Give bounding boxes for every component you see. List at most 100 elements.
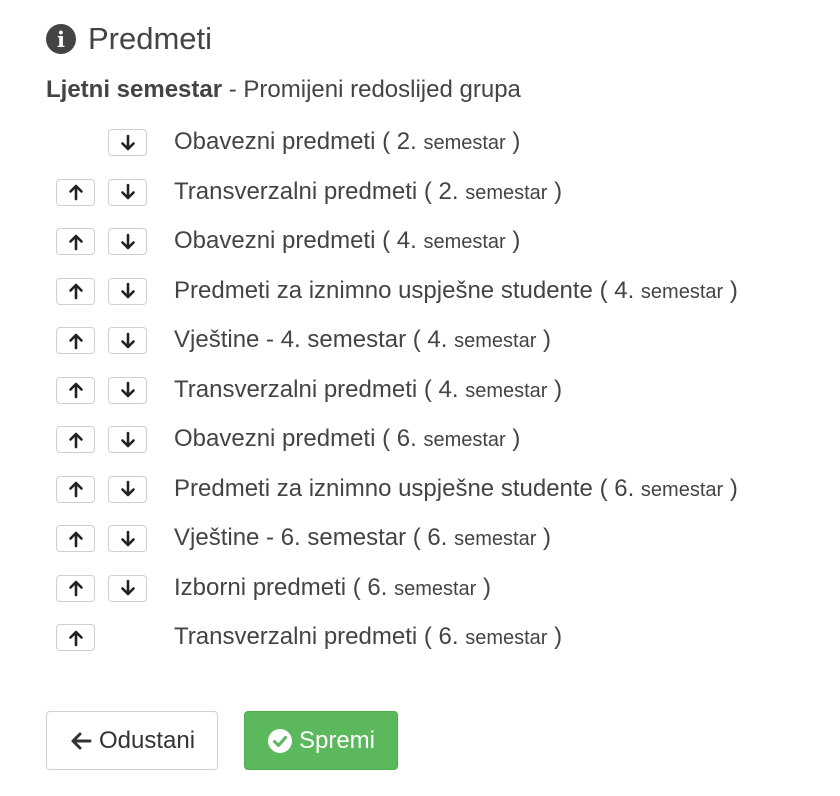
semester-number: 2.: [396, 128, 417, 155]
semester-word: semestar: [640, 280, 724, 303]
move-up-button[interactable]: [56, 277, 95, 305]
semester-number: 4.: [396, 227, 417, 254]
semester-name: Ljetni semestar: [46, 76, 223, 103]
move-up-button[interactable]: [56, 426, 95, 453]
group-row: Obavezni predmeti ( 4. semestar ): [0, 221, 840, 261]
move-up-button[interactable]: [56, 574, 95, 602]
move-down-button[interactable]: [108, 574, 147, 602]
arrow-down-icon: [119, 332, 137, 350]
save-button[interactable]: Spremi: [244, 711, 398, 770]
check-circle-icon: [267, 728, 293, 754]
group-row: Predmeti za iznimno uspješne studente ( …: [0, 271, 840, 311]
group-name: Izborni predmeti: [174, 573, 347, 601]
move-up-button[interactable]: [56, 228, 95, 255]
move-down-button[interactable]: [108, 525, 147, 552]
subtitle-action: - Promijeni redoslijed grupa: [222, 76, 521, 103]
arrow-up-icon: [67, 629, 85, 647]
semester-word: semestar: [465, 181, 548, 204]
arrow-up-icon: [67, 530, 85, 548]
group-name: Predmeti za iznimno uspješne studente: [174, 276, 593, 304]
arrow-down-icon: [119, 282, 137, 300]
semester-number: 4.: [427, 326, 448, 353]
move-down-button[interactable]: [108, 327, 147, 354]
group-row: Transverzalni predmeti ( 6. semestar ): [0, 617, 840, 657]
group-label: Obavezni predmeti ( 2. semestar ): [174, 128, 521, 155]
arrow-down-icon: [119, 530, 137, 548]
group-name: Obavezni predmeti: [174, 227, 376, 254]
move-down-button[interactable]: [108, 376, 147, 404]
group-row: Obavezni predmeti ( 6. semestar ): [0, 419, 840, 459]
arrow-up-icon: [67, 579, 85, 597]
group-label: Obavezni predmeti ( 6. semestar ): [174, 425, 521, 452]
arrow-left-icon: [69, 729, 93, 753]
move-up-button[interactable]: [56, 178, 95, 206]
page: i Predmeti Ljetni semestar - Promijeni r…: [0, 0, 840, 796]
semester-number: 6.: [396, 425, 417, 452]
group-label: Transverzalni predmeti ( 6. semestar ): [174, 623, 563, 650]
semester-word: semestar: [423, 231, 506, 253]
arrow-down-icon: [119, 431, 137, 449]
arrow-up-icon: [67, 431, 85, 449]
arrow-up-icon: [67, 183, 85, 201]
move-down-button[interactable]: [108, 426, 147, 453]
page-header: i Predmeti: [46, 18, 212, 60]
arrow-up-icon: [67, 282, 85, 300]
info-circle-icon: i: [46, 24, 76, 54]
move-down-button[interactable]: [108, 178, 147, 206]
semester-word: semestar: [423, 132, 506, 154]
group-name: Vještine - 4. semestar: [174, 326, 407, 353]
cancel-label: Odustani: [98, 726, 196, 754]
semester-number: 2.: [438, 177, 459, 205]
move-down-button[interactable]: [108, 277, 147, 305]
group-name: Transverzalni predmeti: [174, 623, 418, 650]
move-up-button[interactable]: [56, 624, 95, 651]
group-name: Predmeti za iznimno uspješne studente: [174, 474, 593, 502]
arrow-down-icon: [119, 183, 137, 201]
group-row: Izborni predmeti ( 6. semestar ): [0, 568, 840, 608]
semester-number: 6.: [614, 474, 635, 502]
arrow-down-icon: [119, 233, 137, 251]
group-name: Transverzalni predmeti: [174, 375, 418, 403]
group-row: Transverzalni predmeti ( 4. semestar ): [0, 370, 840, 410]
semester-number: 4.: [614, 276, 635, 304]
group-name: Transverzalni predmeti: [174, 177, 418, 205]
semester-word: semestar: [454, 330, 537, 352]
group-label: Vještine - 6. semestar ( 6. semestar ): [174, 524, 552, 551]
group-row: Predmeti za iznimno uspješne studente ( …: [0, 469, 840, 509]
group-row: Vještine - 4. semestar ( 4. semestar ): [0, 320, 840, 360]
move-up-button[interactable]: [56, 327, 95, 354]
page-title: Predmeti: [88, 21, 213, 56]
group-label: Transverzalni predmeti ( 4. semestar ): [174, 375, 563, 403]
save-label: Spremi: [298, 726, 376, 754]
group-label: Izborni predmeti ( 6. semestar ): [174, 573, 492, 601]
group-row: Vještine - 6. semestar ( 6. semestar ): [0, 518, 840, 558]
move-down-button[interactable]: [108, 228, 147, 255]
arrow-down-icon: [119, 579, 137, 597]
arrow-down-icon: [119, 134, 137, 152]
semester-number: 6.: [427, 524, 448, 551]
group-row: Transverzalni predmeti ( 2. semestar ): [0, 172, 840, 212]
semester-word: semestar: [423, 429, 506, 451]
group-label: Obavezni predmeti ( 4. semestar ): [174, 227, 521, 254]
semester-number: 4.: [438, 375, 459, 403]
arrow-up-icon: [67, 332, 85, 350]
arrow-up-icon: [67, 381, 85, 399]
arrow-down-icon: [119, 381, 137, 399]
cancel-button[interactable]: Odustani: [46, 711, 218, 770]
move-down-button[interactable]: [108, 129, 147, 156]
group-label: Predmeti za iznimno uspješne studente ( …: [174, 276, 738, 304]
semester-word: semestar: [394, 577, 477, 600]
arrow-up-icon: [67, 480, 85, 498]
arrow-up-icon: [67, 233, 85, 251]
move-up-button[interactable]: [56, 525, 95, 552]
semester-word: semestar: [465, 379, 548, 402]
semester-word: semestar: [454, 528, 537, 550]
semester-word: semestar: [465, 627, 548, 649]
move-up-button[interactable]: [56, 475, 95, 503]
move-down-button[interactable]: [108, 475, 147, 503]
page-subtitle: Ljetni semestar - Promijeni redoslijed g…: [46, 76, 521, 104]
arrow-down-icon: [119, 480, 137, 498]
group-label: Predmeti za iznimno uspješne studente ( …: [174, 474, 738, 502]
move-up-button[interactable]: [56, 376, 95, 404]
group-name: Obavezni predmeti: [174, 425, 376, 452]
